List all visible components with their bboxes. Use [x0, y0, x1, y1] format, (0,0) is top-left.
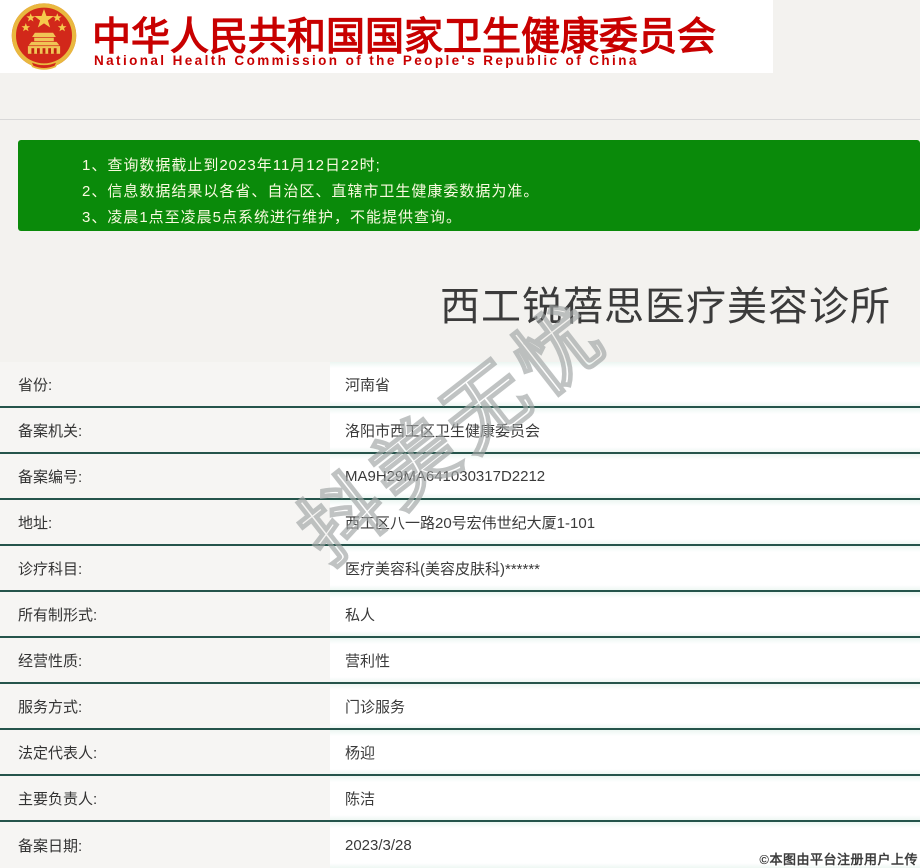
table-row-operation-nature: 经营性质: 营利性: [0, 638, 920, 684]
field-value: 杨迎: [330, 730, 920, 774]
field-label: 省份:: [0, 362, 330, 406]
query-notice-box: 1、查询数据截止到2023年11月12日22时; 2、信息数据结果以各省、自治区…: [18, 140, 920, 231]
field-label: 诊疗科目:: [0, 546, 330, 590]
table-row-principal: 主要负责人: 陈洁: [0, 776, 920, 822]
notice-line-3: 3、凌晨1点至凌晨5点系统进行维护，不能提供查询。: [82, 209, 463, 226]
upload-copyright-watermark: ©本图由平台注册用户上传: [759, 852, 918, 867]
field-value: 私人: [330, 592, 920, 636]
field-label: 经营性质:: [0, 638, 330, 682]
site-header: 中华人民共和国国家卫生健康委员会 National Health Commiss…: [0, 0, 773, 73]
notice-line-2: 2、信息数据结果以各省、自治区、直辖市卫生健康委数据为准。: [82, 183, 540, 200]
site-title-english: National Health Commission of the People…: [94, 53, 639, 68]
field-value: MA9H29MA641030317D2212: [330, 454, 920, 498]
header-divider: [0, 119, 920, 120]
field-label: 地址:: [0, 500, 330, 544]
field-label: 主要负责人:: [0, 776, 330, 820]
field-label: 法定代表人:: [0, 730, 330, 774]
field-label: 备案日期:: [0, 822, 330, 868]
table-row-service-mode: 服务方式: 门诊服务: [0, 684, 920, 730]
field-value: 陈洁: [330, 776, 920, 820]
field-value: 洛阳市西工区卫生健康委员会: [330, 408, 920, 452]
field-value: 河南省: [330, 362, 920, 406]
field-label: 服务方式:: [0, 684, 330, 728]
field-value: 西工区八一路20号宏伟世纪大厦1-101: [330, 500, 920, 544]
field-value: 门诊服务: [330, 684, 920, 728]
table-row-ownership: 所有制形式: 私人: [0, 592, 920, 638]
field-label: 所有制形式:: [0, 592, 330, 636]
record-table: 省份: 河南省 备案机关: 洛阳市西工区卫生健康委员会 备案编号: MA9H29…: [0, 362, 920, 868]
table-row-filing-authority: 备案机关: 洛阳市西工区卫生健康委员会: [0, 408, 920, 454]
institution-name-title: 西工锐蓓思医疗美容诊所: [440, 285, 891, 329]
table-row-medical-subjects: 诊疗科目: 医疗美容科(美容皮肤科)******: [0, 546, 920, 592]
table-row-filing-number: 备案编号: MA9H29MA641030317D2212: [0, 454, 920, 500]
notice-line-1: 1、查询数据截止到2023年11月12日22时;: [82, 157, 381, 174]
table-row-address: 地址: 西工区八一路20号宏伟世纪大厦1-101: [0, 500, 920, 546]
table-row-province: 省份: 河南省: [0, 362, 920, 408]
field-value: 营利性: [330, 638, 920, 682]
table-row-legal-representative: 法定代表人: 杨迎: [0, 730, 920, 776]
field-value: 医疗美容科(美容皮肤科)******: [330, 546, 920, 590]
field-label: 备案编号:: [0, 454, 330, 498]
china-national-emblem-icon: [11, 3, 77, 70]
field-label: 备案机关:: [0, 408, 330, 452]
